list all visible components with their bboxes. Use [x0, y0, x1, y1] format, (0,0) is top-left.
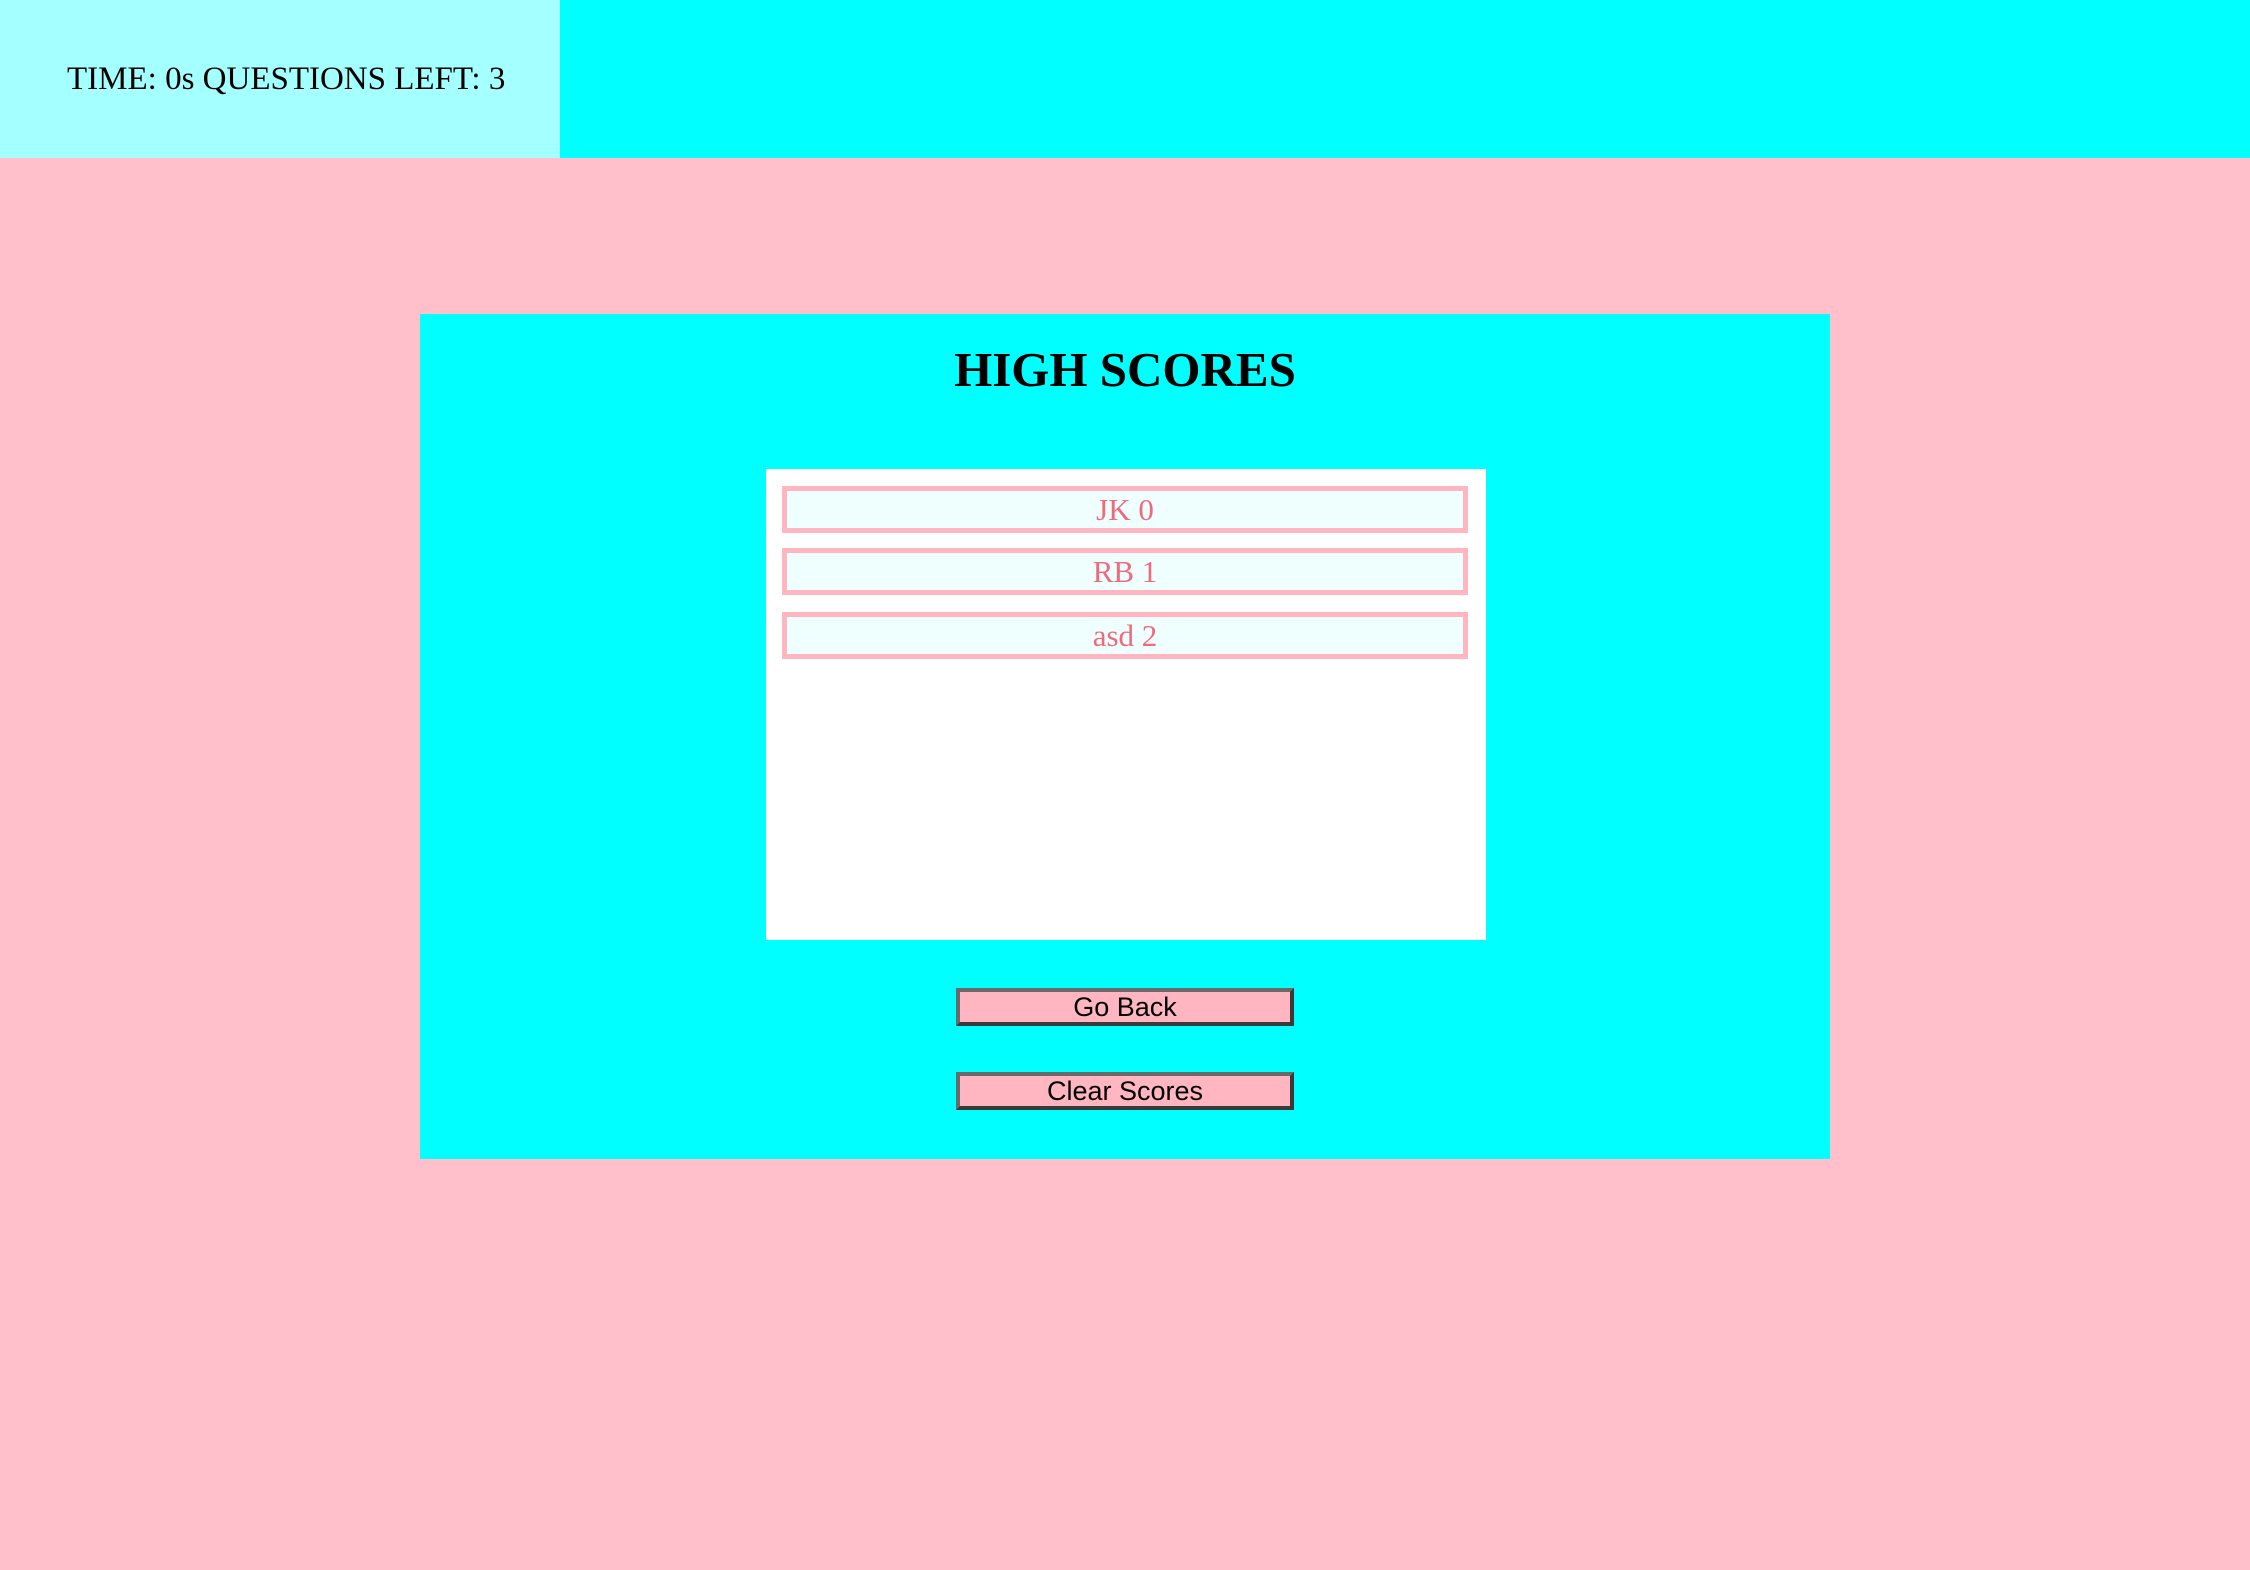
go-back-button[interactable]: Go Back — [956, 988, 1294, 1026]
timer-status-text: TIME: 0s QUESTIONS LEFT: 3 — [67, 61, 506, 97]
score-list-item: RB 1 — [782, 548, 1468, 595]
highscores-list — [766, 469, 1486, 940]
score-list-item: JK 0 — [782, 486, 1468, 533]
status-box: TIME: 0s QUESTIONS LEFT: 3 — [0, 0, 560, 158]
score-list-item: asd 2 — [782, 612, 1468, 659]
clear-scores-button[interactable]: Clear Scores — [956, 1072, 1294, 1110]
page-title: HIGH SCORES — [954, 342, 1296, 397]
